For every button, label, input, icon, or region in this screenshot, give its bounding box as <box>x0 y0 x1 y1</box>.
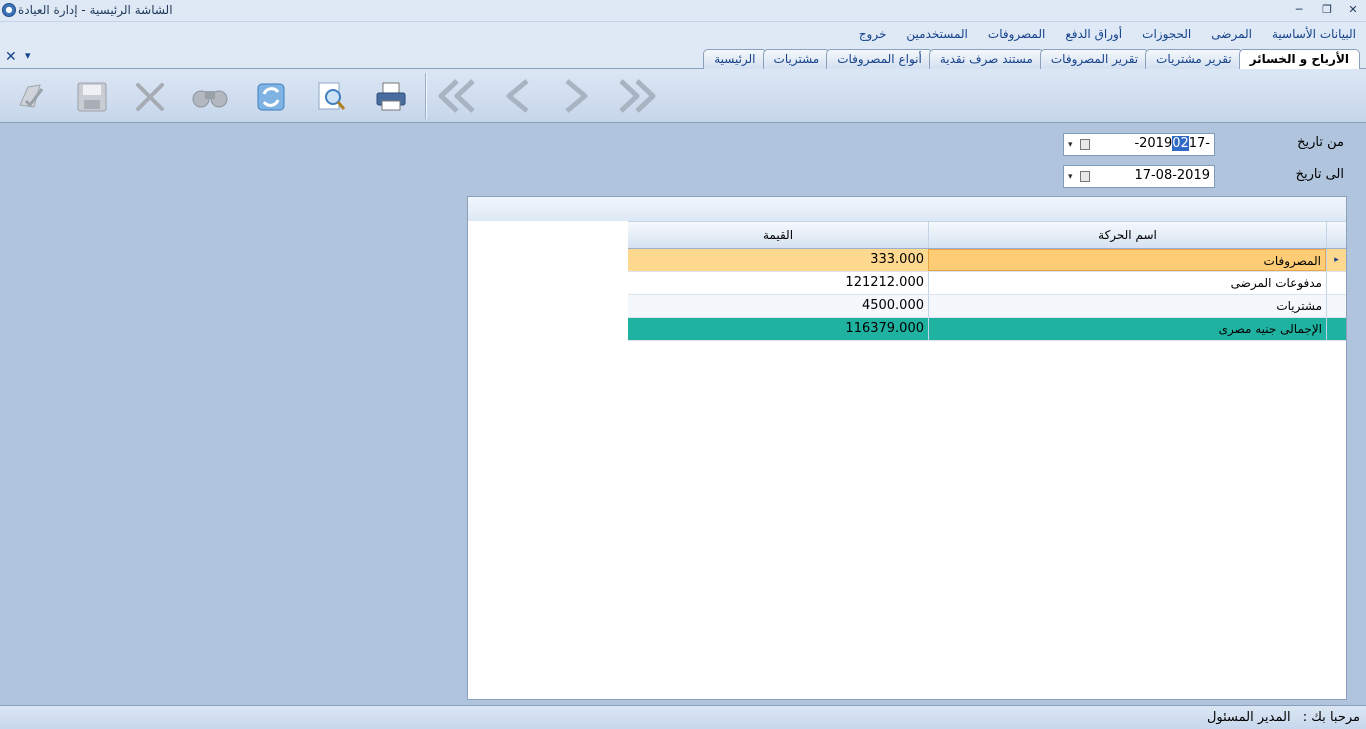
tab-purchases[interactable]: مشتريات <box>762 49 831 69</box>
tab-profit-loss[interactable]: الأرباح و الخسائر <box>1238 49 1360 70</box>
toolbar-separator <box>425 73 427 119</box>
grid-group-panel <box>468 197 1346 221</box>
search-binoculars-icon[interactable] <box>188 75 232 117</box>
header-indicator-cell <box>1326 222 1346 248</box>
tab-home[interactable]: الرئيسية <box>703 49 767 69</box>
approve-icon[interactable] <box>10 75 54 117</box>
tab-purchases-report[interactable]: تقرير مشتريات <box>1145 49 1243 69</box>
from-date-value[interactable]: -20190217- <box>1134 136 1210 151</box>
to-date-label: الى تاريخ <box>1295 167 1344 182</box>
title-bar: ● الشاشة الرئيسية - إدارة العيادة ─ ❐ ✕ <box>0 0 1366 22</box>
menu-exit[interactable]: خروج <box>859 27 887 41</box>
table-row[interactable]: مشتريات 4500.000 <box>628 295 1346 318</box>
next-record-icon[interactable] <box>555 75 599 117</box>
current-user: المدير المسئول <box>1206 710 1291 725</box>
from-date-year: -2019 <box>1134 136 1173 151</box>
status-bar: مرحبا بك : المدير المسئول <box>0 705 1366 729</box>
chevron-down-icon[interactable]: ▾ <box>1068 172 1073 182</box>
preview-icon[interactable] <box>309 75 353 117</box>
row-name-cell[interactable]: مدفوعات المرضى <box>928 272 1326 294</box>
app-icon[interactable]: ● <box>2 3 16 17</box>
to-date-value[interactable]: 17-08-2019 <box>1134 168 1210 183</box>
close-tab-icon[interactable]: ✕ <box>5 49 17 65</box>
to-date-picker[interactable]: ▾ 17-08-2019 <box>1063 165 1215 188</box>
total-value-cell[interactable]: 116379.000 <box>628 318 928 340</box>
chevron-down-icon[interactable]: ▾ <box>1068 140 1073 150</box>
results-grid[interactable]: اسم الحركة القيمة ▸ المصروفات 333.000 مد… <box>628 221 1346 341</box>
row-name-cell[interactable]: مشتريات <box>928 295 1326 317</box>
last-record-icon[interactable] <box>615 75 659 117</box>
from-date-picker[interactable]: ▾ -20190217- <box>1063 133 1215 156</box>
window-title: الشاشة الرئيسية - إدارة العيادة <box>18 3 173 17</box>
toolbar <box>0 69 1366 123</box>
tab-strip: ✕ ▾ الأرباح و الخسائر تقرير مشتريات تقري… <box>0 47 1366 70</box>
tab-list-dropdown-icon[interactable]: ▾ <box>25 49 31 62</box>
welcome-label: مرحبا بك : <box>1302 710 1360 725</box>
tab-expenses-report[interactable]: تقرير المصروفات <box>1039 49 1150 69</box>
tab-cash-voucher[interactable]: مستند صرف نقدية <box>928 49 1044 69</box>
grid-header: اسم الحركة القيمة <box>628 221 1346 249</box>
menu-users[interactable]: المستخدمين <box>906 27 967 41</box>
previous-record-icon[interactable] <box>495 75 539 117</box>
calendar-icon[interactable] <box>1080 171 1090 182</box>
column-header-name[interactable]: اسم الحركة <box>928 222 1326 248</box>
table-row[interactable]: مدفوعات المرضى 121212.000 <box>628 272 1346 295</box>
refresh-icon[interactable] <box>249 75 293 117</box>
row-value-cell[interactable]: 121212.000 <box>628 272 928 294</box>
restore-button[interactable]: ❐ <box>1318 2 1336 18</box>
print-icon[interactable] <box>369 75 413 117</box>
delete-icon[interactable] <box>128 75 172 117</box>
save-icon[interactable] <box>70 75 114 117</box>
menu-payment-papers[interactable]: أوراق الدفع <box>1065 27 1122 41</box>
status-text: مرحبا بك : المدير المسئول <box>1207 710 1360 725</box>
from-date-label: من تاريخ <box>1297 135 1344 150</box>
row-value-cell[interactable]: 4500.000 <box>628 295 928 317</box>
menu-bar: البيانات الأساسية المرضى الحجوزات أوراق … <box>0 22 1366 47</box>
menu-reservations[interactable]: الحجوزات <box>1142 27 1191 41</box>
menu-expenses[interactable]: المصروفات <box>988 27 1045 41</box>
row-indicator-cell <box>1326 318 1346 340</box>
row-indicator-icon: ▸ <box>1326 249 1346 271</box>
menu-patients[interactable]: المرضى <box>1211 27 1252 41</box>
from-date-month-selected[interactable]: 02 <box>1172 136 1189 151</box>
minimize-button[interactable]: ─ <box>1290 2 1308 18</box>
close-window-button[interactable]: ✕ <box>1344 2 1362 18</box>
total-name-cell[interactable]: الإجمالى جنيه مصرى <box>928 318 1326 340</box>
column-header-value[interactable]: القيمة <box>628 222 928 248</box>
row-name-cell[interactable]: المصروفات <box>928 249 1326 271</box>
first-record-icon[interactable] <box>435 75 479 117</box>
row-indicator-cell <box>1326 295 1346 317</box>
row-value-cell[interactable]: 333.000 <box>628 249 928 271</box>
row-indicator-cell <box>1326 272 1346 294</box>
total-row[interactable]: الإجمالى جنيه مصرى 116379.000 <box>628 318 1346 341</box>
tab-expense-types[interactable]: أنواع المصروفات <box>826 49 933 69</box>
from-date-day: 17- <box>1188 136 1210 151</box>
menu-basic-data[interactable]: البيانات الأساسية <box>1272 27 1356 41</box>
table-row[interactable]: ▸ المصروفات 333.000 <box>628 249 1346 272</box>
calendar-icon[interactable] <box>1080 139 1090 150</box>
results-grid-panel: اسم الحركة القيمة ▸ المصروفات 333.000 مد… <box>467 196 1347 700</box>
